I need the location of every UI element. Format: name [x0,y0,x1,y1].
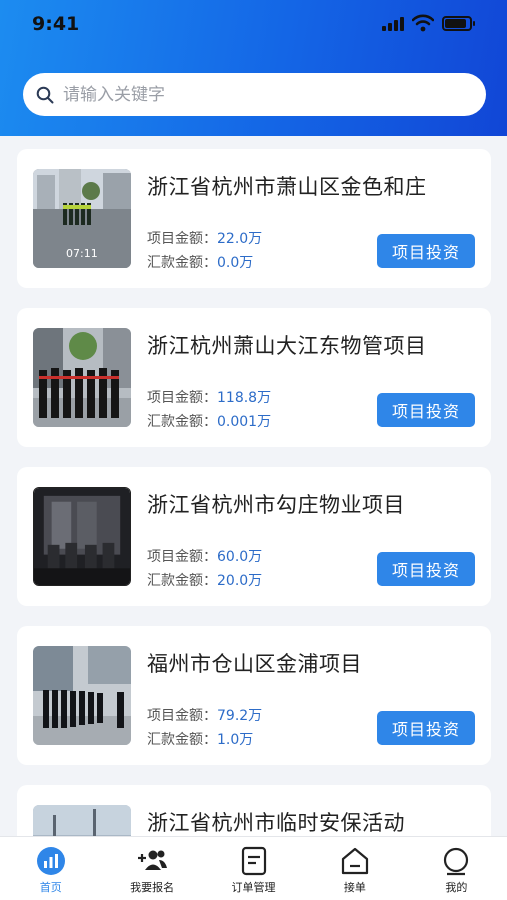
project-amount-label: 项目金额： [147,549,217,565]
battery-icon [442,16,475,31]
remit-amount-label: 汇款金额： [147,255,217,271]
project-title: 浙江省杭州市萧山区金色和庄 [147,175,427,199]
remit-amount-value: 0.001万 [217,414,272,430]
header: 9:41 [0,0,507,136]
remit-amount-label: 汇款金额： [147,414,217,430]
project-title: 福州市仓山区金浦项目 [147,652,362,676]
search-bar[interactable] [23,73,486,116]
home-icon [341,847,369,875]
project-amount-row: 项目金额：60.0万 [147,546,262,566]
tab-label: 我要报名 [130,881,175,894]
tab-label: 订单管理 [231,881,276,894]
project-card[interactable]: 福州市仓山区金浦项目 项目金额：79.2万 汇款金额：1.0万 项目投资 [17,626,491,765]
invest-button[interactable]: 项目投资 [377,711,475,745]
cellular-signal-icon [382,17,408,31]
document-icon [241,846,266,876]
remit-amount-label: 汇款金额： [147,573,217,589]
status-time: 9:41 [32,13,80,35]
project-amount-row: 项目金额：79.2万 [147,705,262,725]
tab-mine[interactable]: 我的 [406,837,507,900]
invest-button[interactable]: 项目投资 [377,393,475,427]
remit-amount-row: 汇款金额：0.001万 [147,411,271,431]
add-user-icon [138,850,168,870]
tab-orders[interactable]: 订单管理 [203,837,304,900]
project-amount-value: 22.0万 [217,231,263,247]
project-amount-row: 项目金额：22.0万 [147,228,262,248]
project-list: 07:11 浙江省杭州市萧山区金色和庄 项目金额：22.0万 汇款金额：0.0万… [17,149,491,900]
remit-amount-row: 汇款金额：1.0万 [147,729,253,749]
project-amount-label: 项目金额： [147,708,217,724]
project-thumbnail [33,646,131,745]
project-thumbnail [33,328,131,427]
tab-label: 首页 [39,881,62,894]
thumbnail-timestamp: 07:11 [66,247,98,260]
tab-accept[interactable]: 接单 [304,837,405,900]
project-amount-row: 项目金额：118.8万 [147,387,271,407]
project-amount-value: 79.2万 [217,708,263,724]
remit-amount-row: 汇款金额：0.0万 [147,252,253,272]
project-thumbnail [33,487,131,586]
remit-amount-label: 汇款金额： [147,732,217,748]
project-title: 浙江省杭州市临时安保活动 [147,811,405,835]
tab-home[interactable]: 首页 [0,837,101,900]
project-card[interactable]: 07:11 浙江省杭州市萧山区金色和庄 项目金额：22.0万 汇款金额：0.0万… [17,149,491,288]
project-thumbnail: 07:11 [33,169,131,268]
project-amount-value: 60.0万 [217,549,263,565]
project-title: 浙江杭州萧山大江东物管项目 [147,334,427,358]
tab-label: 接单 [343,881,366,894]
project-amount-label: 项目金额： [147,390,217,406]
user-icon [444,847,469,876]
project-title: 浙江省杭州市勾庄物业项目 [147,493,405,517]
search-input[interactable] [63,84,463,105]
tab-label: 我的 [445,881,468,894]
wifi-icon [412,14,434,32]
bottom-tab-bar: 首页 我要报名 订单管理 接单 我的 [0,836,507,900]
project-amount-label: 项目金额： [147,231,217,247]
invest-button[interactable]: 项目投资 [377,234,475,268]
project-amount-value: 118.8万 [217,390,272,406]
invest-button[interactable]: 项目投资 [377,552,475,586]
remit-amount-row: 汇款金额：20.0万 [147,570,262,590]
project-card[interactable]: 浙江杭州萧山大江东物管项目 项目金额：118.8万 汇款金额：0.001万 项目… [17,308,491,447]
search-icon [36,86,54,103]
remit-amount-value: 0.0万 [217,255,254,271]
remit-amount-value: 1.0万 [217,732,254,748]
home-chart-icon [36,847,65,875]
project-card[interactable]: 浙江省杭州市勾庄物业项目 项目金额：60.0万 汇款金额：20.0万 项目投资 [17,467,491,606]
remit-amount-value: 20.0万 [217,573,263,589]
status-bar: 9:41 [0,0,507,48]
tab-register[interactable]: 我要报名 [101,837,202,900]
